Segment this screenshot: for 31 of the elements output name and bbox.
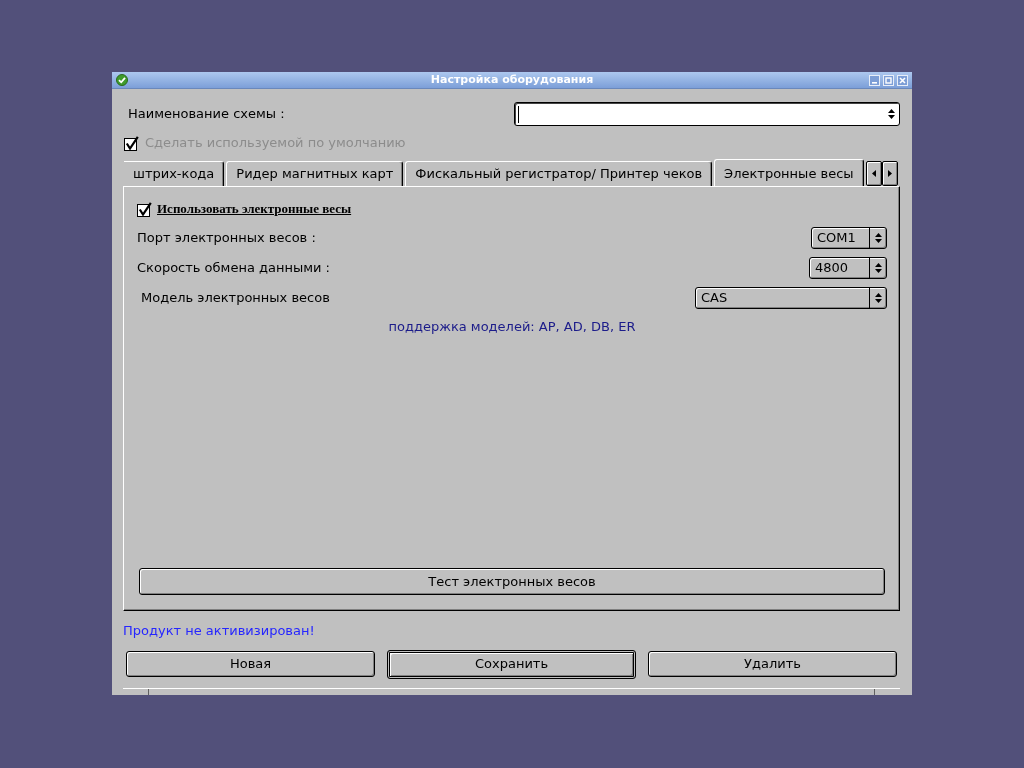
tab[interactable]: Ридер магнитных карт [226,161,404,186]
minimize-icon[interactable] [869,74,880,86]
field-label: Порт электронных весов : [137,230,316,246]
dropdown[interactable]: 4800 [809,257,887,279]
spin-arrows-icon [874,293,882,303]
status-message: Продукт не активизирован! [123,623,316,639]
checkbox-label: Использовать электронные весы [157,201,352,217]
dialog-button[interactable]: Новая [126,651,375,677]
dropdown[interactable]: CAS [695,287,887,309]
left-triangle-icon [871,170,876,177]
close-icon[interactable] [897,74,908,86]
checkbox[interactable] [137,201,152,217]
tab[interactable]: штрих-кода [124,161,225,186]
spin-arrows-icon [888,109,895,119]
field-label: Модель электронных весов [140,290,330,306]
info-text: поддержка моделей: AP, AD, DB, ER [387,319,637,335]
tab[interactable]: Электронные весы [714,159,864,186]
dialog-button[interactable]: Удалить [648,651,897,677]
field-label: Наименование схемы : [127,106,285,122]
dropdown[interactable]: COM1 [811,227,887,249]
test-button[interactable]: Тест электронных весов [139,568,885,595]
field-label: Скорость обмена данными : [137,260,330,276]
scheme-name-combo[interactable] [514,102,900,126]
right-triangle-icon [887,170,892,177]
spin-arrows-icon [874,263,882,273]
check-circle-icon[interactable] [116,74,128,86]
tab[interactable]: Фискальный регистратор/ Принтер чеков [405,161,713,186]
dialog-button[interactable]: Сохранить [387,649,636,679]
window-title: Настройка оборудования [430,73,594,87]
scroll-left-button[interactable] [865,161,882,186]
spin-arrows-icon [874,233,882,243]
